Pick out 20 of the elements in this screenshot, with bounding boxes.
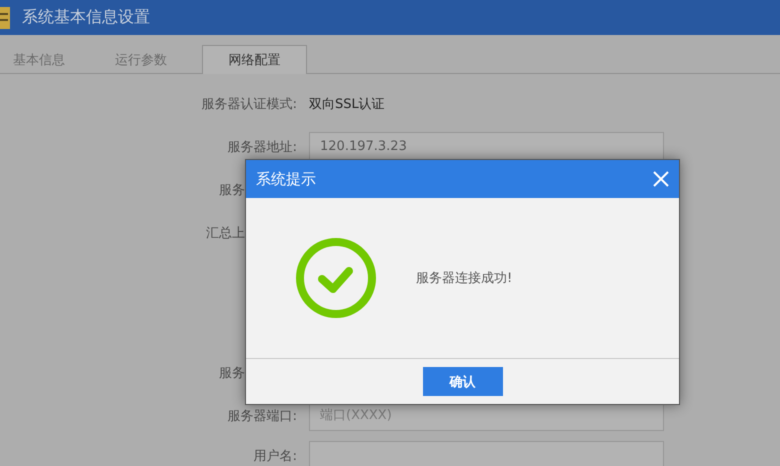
window-title: 系统基本信息设置 — [22, 7, 150, 28]
check-circle-icon — [296, 238, 376, 318]
dialog-title: 系统提示 — [256, 170, 316, 188]
tab[interactable]: 网络配置 — [202, 45, 307, 74]
tab[interactable]: 基本信息 — [0, 45, 80, 73]
close-icon[interactable] — [653, 171, 669, 187]
field-label: 汇总上 — [205, 224, 245, 242]
input-field[interactable] — [309, 440, 664, 466]
tab[interactable]: 运行参数 — [80, 45, 202, 73]
dialog-message: 服务器连接成功! — [416, 270, 512, 287]
field-value: 双向SSL认证 — [309, 96, 385, 112]
field-label: 服务器地址: — [226, 138, 297, 156]
field-label: 用户名: — [252, 448, 297, 464]
confirm-button[interactable]: 确认 — [422, 367, 502, 396]
field-label: 服务 — [218, 364, 245, 382]
input-field[interactable]: 120.197.3.23 — [309, 132, 664, 162]
field-label: 服务器端口: — [226, 408, 297, 424]
field-label: 服务 — [218, 182, 245, 198]
app-logo-icon — [0, 4, 12, 30]
field-label: 服务器认证模式: — [200, 96, 297, 112]
